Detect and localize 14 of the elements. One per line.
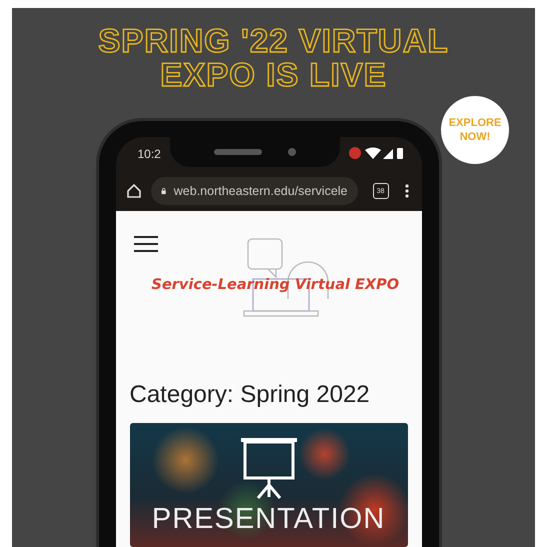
projector-screen-icon xyxy=(240,437,298,499)
site-title[interactable]: Service-Learning Virtual EXPO xyxy=(152,277,400,293)
home-icon[interactable] xyxy=(126,183,142,199)
category-heading: Category: Spring 2022 xyxy=(130,381,371,409)
status-time: 10:2 xyxy=(138,147,161,161)
headline: SPRING '22 VIRTUAL xyxy=(98,24,449,58)
post-image[interactable]: PRESENTATION xyxy=(130,423,408,547)
image-caption: PRESENTATION xyxy=(152,503,386,535)
lock-icon xyxy=(160,185,166,197)
headline: EXPO IS LIVE xyxy=(160,58,387,92)
more-menu-icon[interactable] xyxy=(404,183,410,199)
menu-icon[interactable] xyxy=(134,235,158,253)
status-icons xyxy=(349,146,406,160)
url-field[interactable]: web.northeastern.edu/servicele xyxy=(150,177,358,205)
